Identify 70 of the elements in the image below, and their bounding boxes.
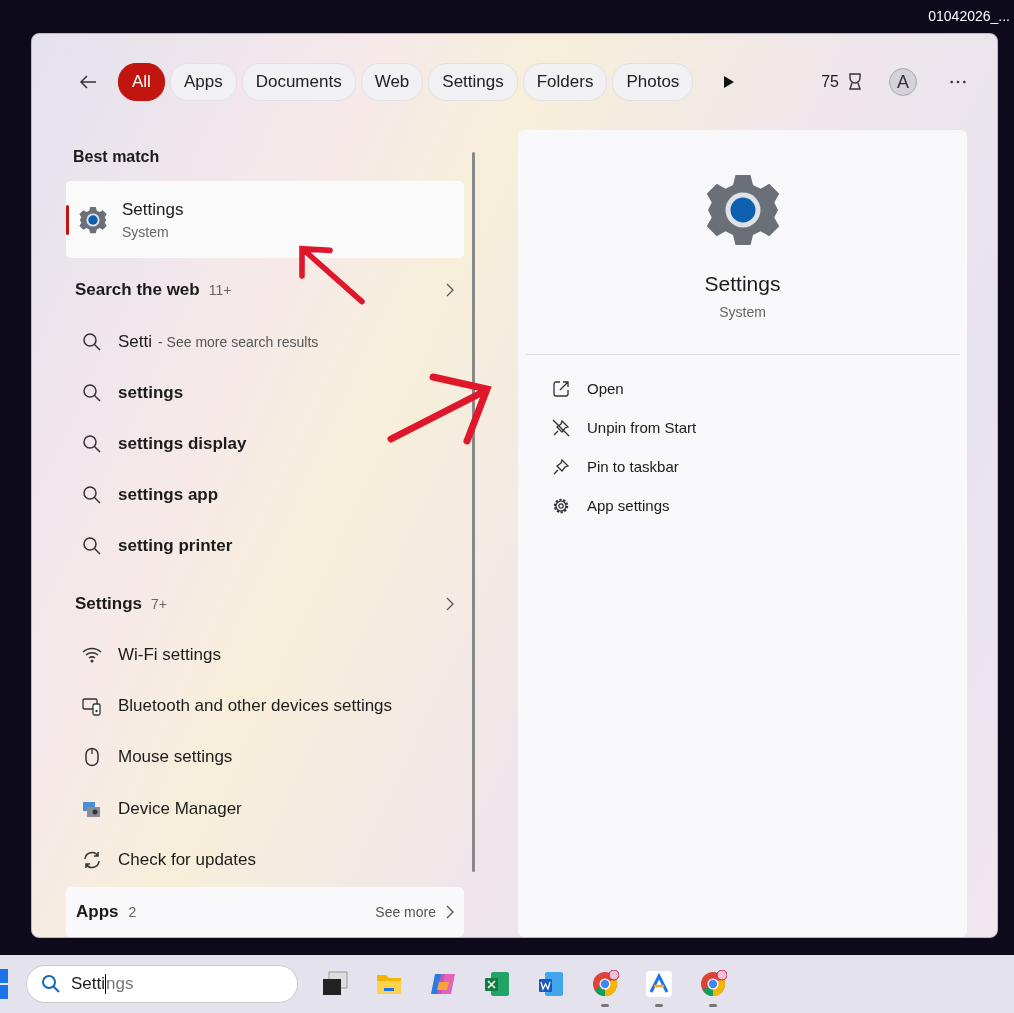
chevron-right-icon[interactable] [446, 905, 454, 920]
settings-icon [552, 496, 570, 515]
filter-tab[interactable]: Apps [169, 63, 237, 101]
more-options-icon[interactable] [949, 79, 967, 85]
search-icon [82, 485, 102, 506]
result-count: 2 [128, 904, 137, 921]
open-external-icon [552, 379, 570, 398]
scrollbar[interactable] [472, 152, 475, 872]
mouse-icon [82, 747, 102, 768]
search-icon [82, 331, 102, 352]
result-title[interactable]: settings [118, 382, 184, 403]
filter-tab[interactable]: Photos [612, 63, 694, 101]
document-icon[interactable] [537, 970, 565, 998]
unpin-icon [552, 418, 570, 437]
result-title[interactable]: Wi-Fi settings [118, 645, 221, 666]
result-title[interactable]: Setti [118, 331, 153, 352]
filter-tab[interactable]: Settings [428, 63, 518, 101]
result-title[interactable]: Check for updates [118, 849, 256, 870]
running-indicator [601, 1004, 609, 1007]
refresh-icon [82, 849, 102, 870]
desktop-file-label: 01042026_... [928, 8, 1010, 24]
browser-icon[interactable] [591, 970, 619, 998]
section-heading: Best match [72, 147, 161, 164]
action-item[interactable]: Unpin from Start [552, 408, 752, 447]
search-icon [82, 434, 102, 455]
apps-section-bar[interactable]: Apps 2 See more [66, 887, 464, 937]
running-indicator [655, 1004, 663, 1007]
app-subtitle: System [719, 304, 766, 320]
result-title[interactable]: settings display [118, 434, 247, 455]
search-icon [82, 536, 102, 557]
task-view-icon[interactable] [321, 970, 349, 998]
keyboard-device-icon [82, 696, 102, 717]
result-count: 7+ [151, 595, 169, 612]
pin-icon [552, 457, 570, 476]
result-title[interactable]: Mouse settings [118, 747, 233, 768]
spreadsheet-icon[interactable] [483, 970, 511, 998]
browser-icon[interactable] [699, 970, 727, 998]
result-title[interactable]: settings app [118, 485, 219, 506]
section-heading: Settings [75, 593, 143, 614]
best-match-item[interactable]: Settings System [66, 181, 464, 259]
search-icon [82, 382, 102, 403]
result-title[interactable]: Device Manager [118, 798, 242, 819]
search-icon [41, 974, 61, 994]
result-subtitle: System [122, 223, 170, 240]
section-heading: Apps [76, 902, 119, 923]
gear-icon [78, 204, 108, 235]
points-count: 75 [821, 73, 839, 91]
filter-tab[interactable]: Documents [241, 63, 356, 101]
result-hint: - See more search results [158, 333, 319, 350]
action-item[interactable]: Pin to taskbar [552, 447, 752, 486]
running-indicator [709, 1004, 717, 1007]
taskbar-search-field[interactable]: Settings [26, 965, 298, 1003]
result-title[interactable]: Bluetooth and other devices settings [118, 696, 393, 717]
action-item[interactable]: App settings [552, 486, 752, 525]
action-item[interactable]: Open [552, 369, 752, 408]
app-title: Settings [704, 272, 781, 296]
a-logo-icon[interactable] [645, 970, 673, 998]
result-title[interactable]: setting printer [118, 536, 233, 557]
play-icon[interactable] [723, 75, 736, 89]
see-more-link[interactable]: See more [375, 904, 436, 921]
chevron-right-icon[interactable] [446, 283, 454, 298]
avatar[interactable]: A [889, 68, 917, 96]
chevron-right-icon[interactable] [446, 596, 454, 611]
filter-tab[interactable]: Web [360, 63, 424, 101]
filter-tab[interactable]: All [118, 63, 165, 101]
section-heading: Search the web [75, 280, 200, 301]
result-title: Settings [122, 199, 184, 220]
result-count: 11+ [208, 282, 233, 299]
filter-tab[interactable]: Folders [522, 63, 608, 101]
windows-logo-icon[interactable] [0, 969, 8, 999]
